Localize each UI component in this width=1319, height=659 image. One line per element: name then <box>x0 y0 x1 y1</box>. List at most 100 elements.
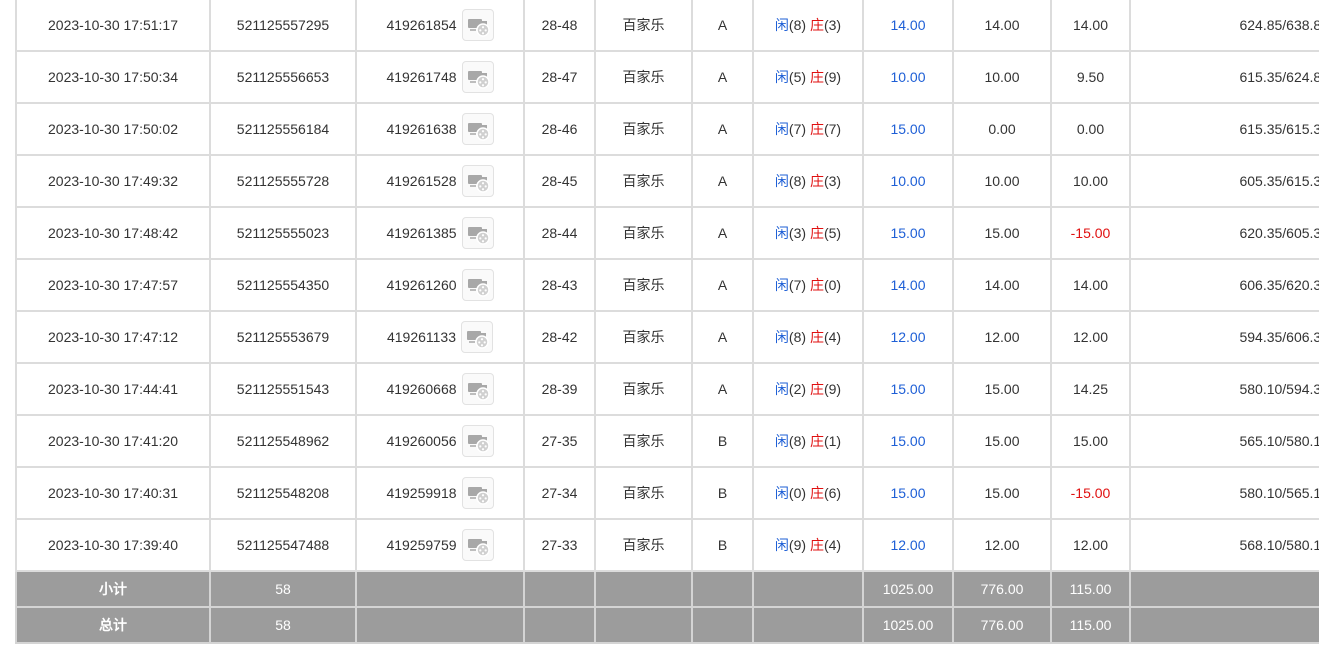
player-points: (9) <box>788 537 807 553</box>
win-loss-cell: 15.00 <box>1050 414 1131 468</box>
valid-bet-cell: 0.00 <box>952 102 1052 156</box>
banker-label: 庄 <box>809 485 824 501</box>
table-cell: A <box>691 362 754 416</box>
video-replay-icon[interactable] <box>461 425 494 457</box>
table-cell: A <box>691 102 754 156</box>
bet-number-cell: 521125556653 <box>209 50 357 104</box>
table-footer: 小计 58 1025.00 776.00 115.00 总计 58 1025.0… <box>15 570 1319 644</box>
bet-number-cell: 521125555728 <box>209 154 357 208</box>
player-points: (8) <box>788 173 807 189</box>
banker-label: 庄 <box>809 537 824 553</box>
table-cell: B <box>691 466 754 520</box>
result-cell: 闲(3) 庄(5) <box>752 206 864 260</box>
round-cell: 28-44 <box>523 206 596 260</box>
bet-number-cell: 521125557295 <box>209 0 357 52</box>
video-replay-icon[interactable] <box>461 269 494 301</box>
table-cell: A <box>691 154 754 208</box>
player-points: (8) <box>788 17 807 33</box>
banker-label: 庄 <box>809 433 824 449</box>
table-row: 2023-10-30 17:50:02 521125556184 4192616… <box>15 102 1319 156</box>
balance-cell: 615.35/624.85 <box>1129 50 1319 104</box>
banker-label: 庄 <box>809 381 824 397</box>
game-id-text: 419259918 <box>386 485 457 501</box>
round-cell: 28-45 <box>523 154 596 208</box>
round-cell: 28-47 <box>523 50 596 104</box>
player-label: 闲 <box>774 433 789 449</box>
total-bet: 1025.00 <box>862 606 954 644</box>
round-cell: 28-39 <box>523 362 596 416</box>
game-id-text: 419261133 <box>386 329 457 345</box>
game-id-text: 419261854 <box>386 17 457 33</box>
bet-time-cell: 2023-10-30 17:48:42 <box>15 206 211 260</box>
bet-amount-cell: 15.00 <box>862 102 954 156</box>
bet-number-cell: 521125551543 <box>209 362 357 416</box>
balance-cell: 606.35/620.35 <box>1129 258 1319 312</box>
video-replay-icon[interactable] <box>461 61 494 93</box>
round-cell: 27-34 <box>523 466 596 520</box>
bet-time-cell: 2023-10-30 17:47:57 <box>15 258 211 312</box>
player-label: 闲 <box>774 173 789 189</box>
valid-bet-cell: 15.00 <box>952 466 1052 520</box>
table-row: 2023-10-30 17:47:57 521125554350 4192612… <box>15 258 1319 312</box>
table-row: 2023-10-30 17:49:32 521125555728 4192615… <box>15 154 1319 208</box>
total-valid: 776.00 <box>952 606 1052 644</box>
balance-cell: 605.35/615.35 <box>1129 154 1319 208</box>
valid-bet-cell: 15.00 <box>952 414 1052 468</box>
win-loss-cell: 14.00 <box>1050 258 1131 312</box>
balance-cell: 620.35/605.35 <box>1129 206 1319 260</box>
game-id-cell: 419261260 <box>355 258 525 312</box>
banker-points: (9) <box>823 381 842 397</box>
bet-time-cell: 2023-10-30 17:44:41 <box>15 362 211 416</box>
video-replay-icon[interactable] <box>461 9 494 41</box>
video-replay-icon[interactable] <box>461 529 494 561</box>
table-cell: B <box>691 414 754 468</box>
table-row: 2023-10-30 17:44:41 521125551543 4192606… <box>15 362 1319 416</box>
total-row: 总计 58 1025.00 776.00 115.00 <box>15 606 1319 644</box>
table-row: 2023-10-30 17:47:12 521125553679 4192611… <box>15 310 1319 364</box>
bet-time-cell: 2023-10-30 17:51:17 <box>15 0 211 52</box>
video-replay-icon[interactable] <box>461 477 494 509</box>
game-id-text: 419260056 <box>386 433 457 449</box>
table-row: 2023-10-30 17:51:17 521125557295 4192618… <box>15 0 1319 52</box>
player-points: (7) <box>788 277 807 293</box>
subtotal-valid: 776.00 <box>952 570 1052 608</box>
video-replay-icon[interactable] <box>461 165 494 197</box>
game-id-text: 419260668 <box>386 381 457 397</box>
table-row: 2023-10-30 17:40:31 521125548208 4192599… <box>15 466 1319 520</box>
bet-amount-cell: 15.00 <box>862 362 954 416</box>
banker-points: (6) <box>823 485 842 501</box>
player-points: (2) <box>788 381 807 397</box>
game-type-cell: 百家乐 <box>594 50 693 104</box>
banker-label: 庄 <box>809 277 824 293</box>
video-replay-icon[interactable] <box>461 217 494 249</box>
bet-amount-cell: 14.00 <box>862 0 954 52</box>
result-cell: 闲(7) 庄(7) <box>752 102 864 156</box>
video-replay-icon[interactable] <box>461 373 494 405</box>
win-loss-cell: 14.00 <box>1050 0 1131 52</box>
game-id-text: 419261638 <box>386 121 457 137</box>
game-id-cell: 419260668 <box>355 362 525 416</box>
banker-points: (4) <box>823 537 842 553</box>
bet-amount-cell: 12.00 <box>862 310 954 364</box>
valid-bet-cell: 14.00 <box>952 258 1052 312</box>
win-loss-cell: 12.00 <box>1050 518 1131 572</box>
table-row: 2023-10-30 17:39:40 521125547488 4192597… <box>15 518 1319 572</box>
table-cell: A <box>691 50 754 104</box>
banker-label: 庄 <box>809 225 824 241</box>
banker-label: 庄 <box>809 329 824 345</box>
valid-bet-cell: 12.00 <box>952 310 1052 364</box>
bet-number-cell: 521125547488 <box>209 518 357 572</box>
player-label: 闲 <box>774 329 789 345</box>
subtotal-row: 小计 58 1025.00 776.00 115.00 <box>15 570 1319 608</box>
player-label: 闲 <box>774 225 789 241</box>
round-cell: 28-42 <box>523 310 596 364</box>
video-replay-icon[interactable] <box>461 321 494 353</box>
bet-history-table: 2023-10-30 17:51:17 521125557295 4192618… <box>15 0 1319 644</box>
game-id-cell: 419259918 <box>355 466 525 520</box>
game-id-cell: 419261748 <box>355 50 525 104</box>
banker-points: (5) <box>823 225 842 241</box>
bet-number-cell: 521125555023 <box>209 206 357 260</box>
video-replay-icon[interactable] <box>461 113 494 145</box>
table-cell: A <box>691 0 754 52</box>
player-label: 闲 <box>774 69 789 85</box>
